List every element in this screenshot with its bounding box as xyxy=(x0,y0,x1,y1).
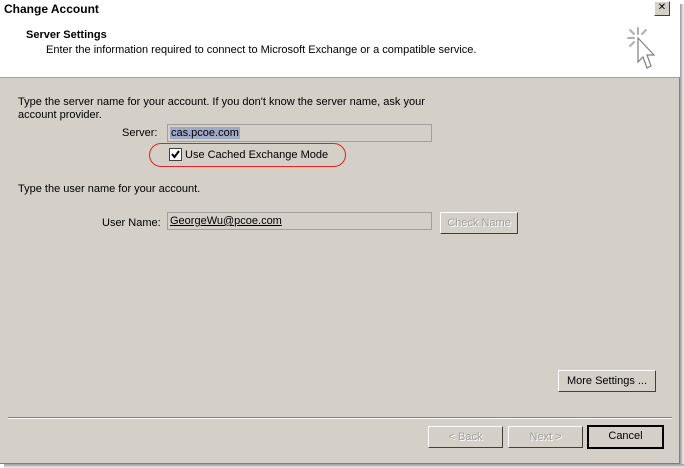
more-settings-button[interactable]: More Settings ... xyxy=(558,370,656,392)
user-name-value: GeorgeWu@pcoe.com xyxy=(170,215,282,227)
header-title: Server Settings xyxy=(26,29,107,41)
next-button[interactable]: Next > xyxy=(508,426,583,448)
user-name-label: User Name: xyxy=(102,217,161,229)
server-input[interactable]: cas.pcoe.com xyxy=(167,124,432,142)
window-shadow-right xyxy=(680,4,684,468)
user-instruction: Type the user name for your account. xyxy=(18,183,201,195)
checkmark-icon xyxy=(171,150,180,159)
server-instruction-line1: Type the server name for your account. I… xyxy=(18,96,425,108)
window-shadow-bottom xyxy=(4,464,684,468)
back-button[interactable]: < Back xyxy=(428,426,503,448)
close-button[interactable]: ✕ xyxy=(654,1,670,16)
header-description: Enter the information required to connec… xyxy=(46,44,477,56)
cursor-sparkle-icon xyxy=(627,27,656,69)
server-instruction-line2: account provider. xyxy=(18,109,102,121)
header-panel: Server Settings Enter the information re… xyxy=(0,18,680,78)
user-name-input[interactable]: GeorgeWu@pcoe.com xyxy=(167,212,432,230)
window-title: Change Account xyxy=(4,2,99,16)
cached-mode-checkbox[interactable] xyxy=(169,148,182,161)
server-label: Server: xyxy=(122,127,158,139)
server-value: cas.pcoe.com xyxy=(170,127,240,139)
cancel-button[interactable]: Cancel xyxy=(587,425,664,449)
cached-mode-label[interactable]: Use Cached Exchange Mode xyxy=(185,149,328,161)
footer-divider xyxy=(8,417,672,419)
change-account-dialog: Change Account ✕ Server Settings Enter t… xyxy=(0,0,680,464)
check-name-button[interactable]: Check Name xyxy=(440,212,518,234)
title-bar: Change Account ✕ xyxy=(0,0,680,18)
